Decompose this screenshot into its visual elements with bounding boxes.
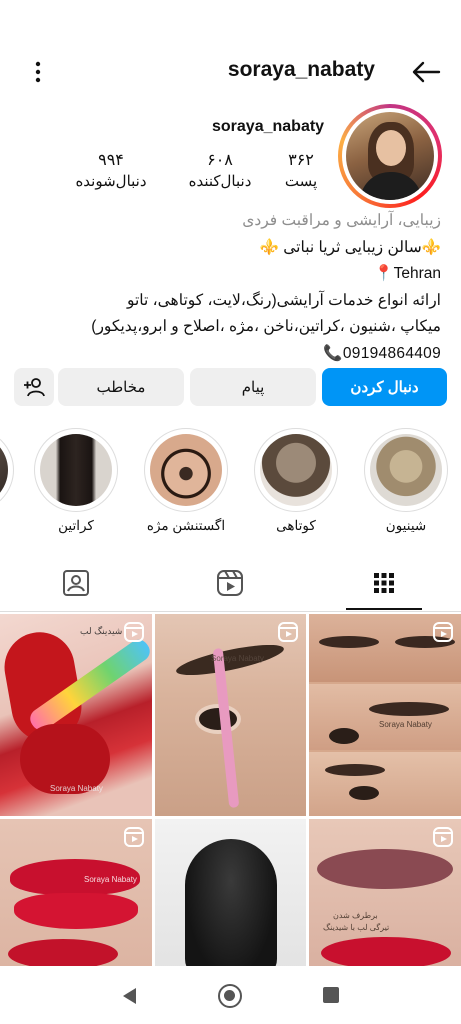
stat-label: دنبال‌شونده bbox=[75, 173, 147, 190]
system-nav-bar bbox=[0, 966, 461, 1024]
reel-icon bbox=[433, 827, 453, 847]
bio-line: ⚜️سالن زیبایی ثریا نباتی ⚜️ bbox=[259, 238, 441, 256]
arrow-left-icon[interactable] bbox=[411, 60, 441, 84]
instagram-profile-screen: soraya_nabaty soraya_nabaty ۳۶۲ پست ۶۰۸ … bbox=[0, 0, 461, 1024]
reel-icon bbox=[433, 622, 453, 642]
stat-following[interactable]: ۹۹۴ دنبال‌شونده bbox=[56, 150, 166, 190]
tab-reels-icon[interactable] bbox=[210, 568, 250, 600]
top-bar: soraya_nabaty bbox=[0, 52, 461, 92]
nav-back-icon[interactable] bbox=[120, 986, 138, 1006]
contact-button[interactable]: مخاطب bbox=[58, 368, 184, 406]
tab-selected-indicator bbox=[346, 608, 422, 610]
message-button[interactable]: پیام bbox=[190, 368, 316, 406]
bio-line: ارائه انواع خدمات آرایشی(رنگ،لایت، کوتاه… bbox=[126, 291, 441, 309]
highlight-keratin[interactable]: کراتین bbox=[34, 428, 118, 534]
highlight-lash-extension[interactable]: اگستنشن مژه bbox=[144, 428, 228, 534]
more-vertical-icon[interactable] bbox=[28, 60, 48, 84]
post-watermark: Soraya Nabaty bbox=[379, 720, 432, 729]
tab-tagged-icon[interactable] bbox=[56, 568, 96, 600]
page-title: soraya_nabaty bbox=[227, 58, 375, 81]
post-thumbnail[interactable]: شیدینگ لب Soraya Nabaty bbox=[0, 614, 152, 816]
post-caption: برطرف شدن bbox=[333, 911, 378, 920]
stat-value: ۹۹۴ bbox=[98, 152, 124, 169]
bio-location: Tehran📍 bbox=[374, 265, 441, 282]
stat-label: دنبال‌کننده bbox=[188, 173, 252, 190]
highlight-label: کوتاهی bbox=[276, 518, 316, 533]
highlight-label: اگستنشن مژه bbox=[146, 518, 226, 533]
avatar[interactable] bbox=[338, 104, 442, 208]
post-caption: تیرگی لب با شیدینگ bbox=[323, 923, 390, 932]
highlight-haircut[interactable]: کوتاهی bbox=[254, 428, 338, 534]
reel-icon bbox=[124, 622, 144, 642]
nav-recents-icon[interactable] bbox=[323, 987, 339, 1003]
add-user-icon bbox=[24, 378, 45, 397]
add-user-button[interactable] bbox=[14, 368, 54, 406]
post-thumbnail[interactable]: Soraya Nabaty bbox=[155, 614, 306, 816]
nav-home-icon[interactable] bbox=[218, 984, 242, 1008]
bio-phone[interactable]: 09194864409📞 bbox=[11, 341, 441, 368]
stat-followers[interactable]: ۶۰۸ دنبال‌کننده bbox=[170, 150, 270, 190]
post-thumbnail[interactable]: Soraya Nabaty bbox=[0, 819, 152, 969]
follow-button[interactable]: دنبال کردن bbox=[322, 368, 447, 406]
post-thumbnail[interactable] bbox=[155, 819, 306, 969]
post-thumbnail[interactable]: Soraya Nabaty bbox=[309, 614, 461, 816]
post-watermark: Soraya Nabaty bbox=[211, 654, 264, 663]
highlight-label: شینیون bbox=[385, 518, 427, 533]
highlight-label: کراتین bbox=[58, 518, 94, 533]
divider bbox=[0, 611, 461, 612]
profile-bio: زیبایی، آرایشی و مراقبت فردی ⚜️سالن زیبا… bbox=[11, 208, 441, 367]
profile-username: soraya_nabaty bbox=[212, 118, 325, 135]
stat-posts[interactable]: ۳۶۲ پست bbox=[276, 150, 326, 190]
highlight-chignon[interactable]: شینیون bbox=[364, 428, 448, 534]
post-watermark: Soraya Nabaty bbox=[84, 875, 137, 884]
bio-line: میکاپ ،شنیون ،کراتین،ناخن ،مژه ،اصلاح و … bbox=[91, 318, 441, 335]
reel-icon bbox=[278, 622, 298, 642]
stat-value: ۶۰۸ bbox=[207, 152, 233, 169]
stat-value: ۳۶۲ bbox=[288, 152, 314, 169]
stat-label: پست bbox=[284, 173, 318, 190]
tab-posts-grid-icon[interactable] bbox=[364, 568, 404, 600]
profile-category: زیبایی، آرایشی و مراقبت فردی bbox=[242, 212, 441, 229]
post-caption: شیدینگ لب bbox=[80, 626, 123, 636]
post-watermark: Soraya Nabaty bbox=[50, 784, 103, 793]
reel-icon bbox=[124, 827, 144, 847]
post-thumbnail[interactable]: برطرف شدن تیرگی لب با شیدینگ bbox=[309, 819, 461, 969]
highlight-partial[interactable] bbox=[0, 428, 14, 512]
